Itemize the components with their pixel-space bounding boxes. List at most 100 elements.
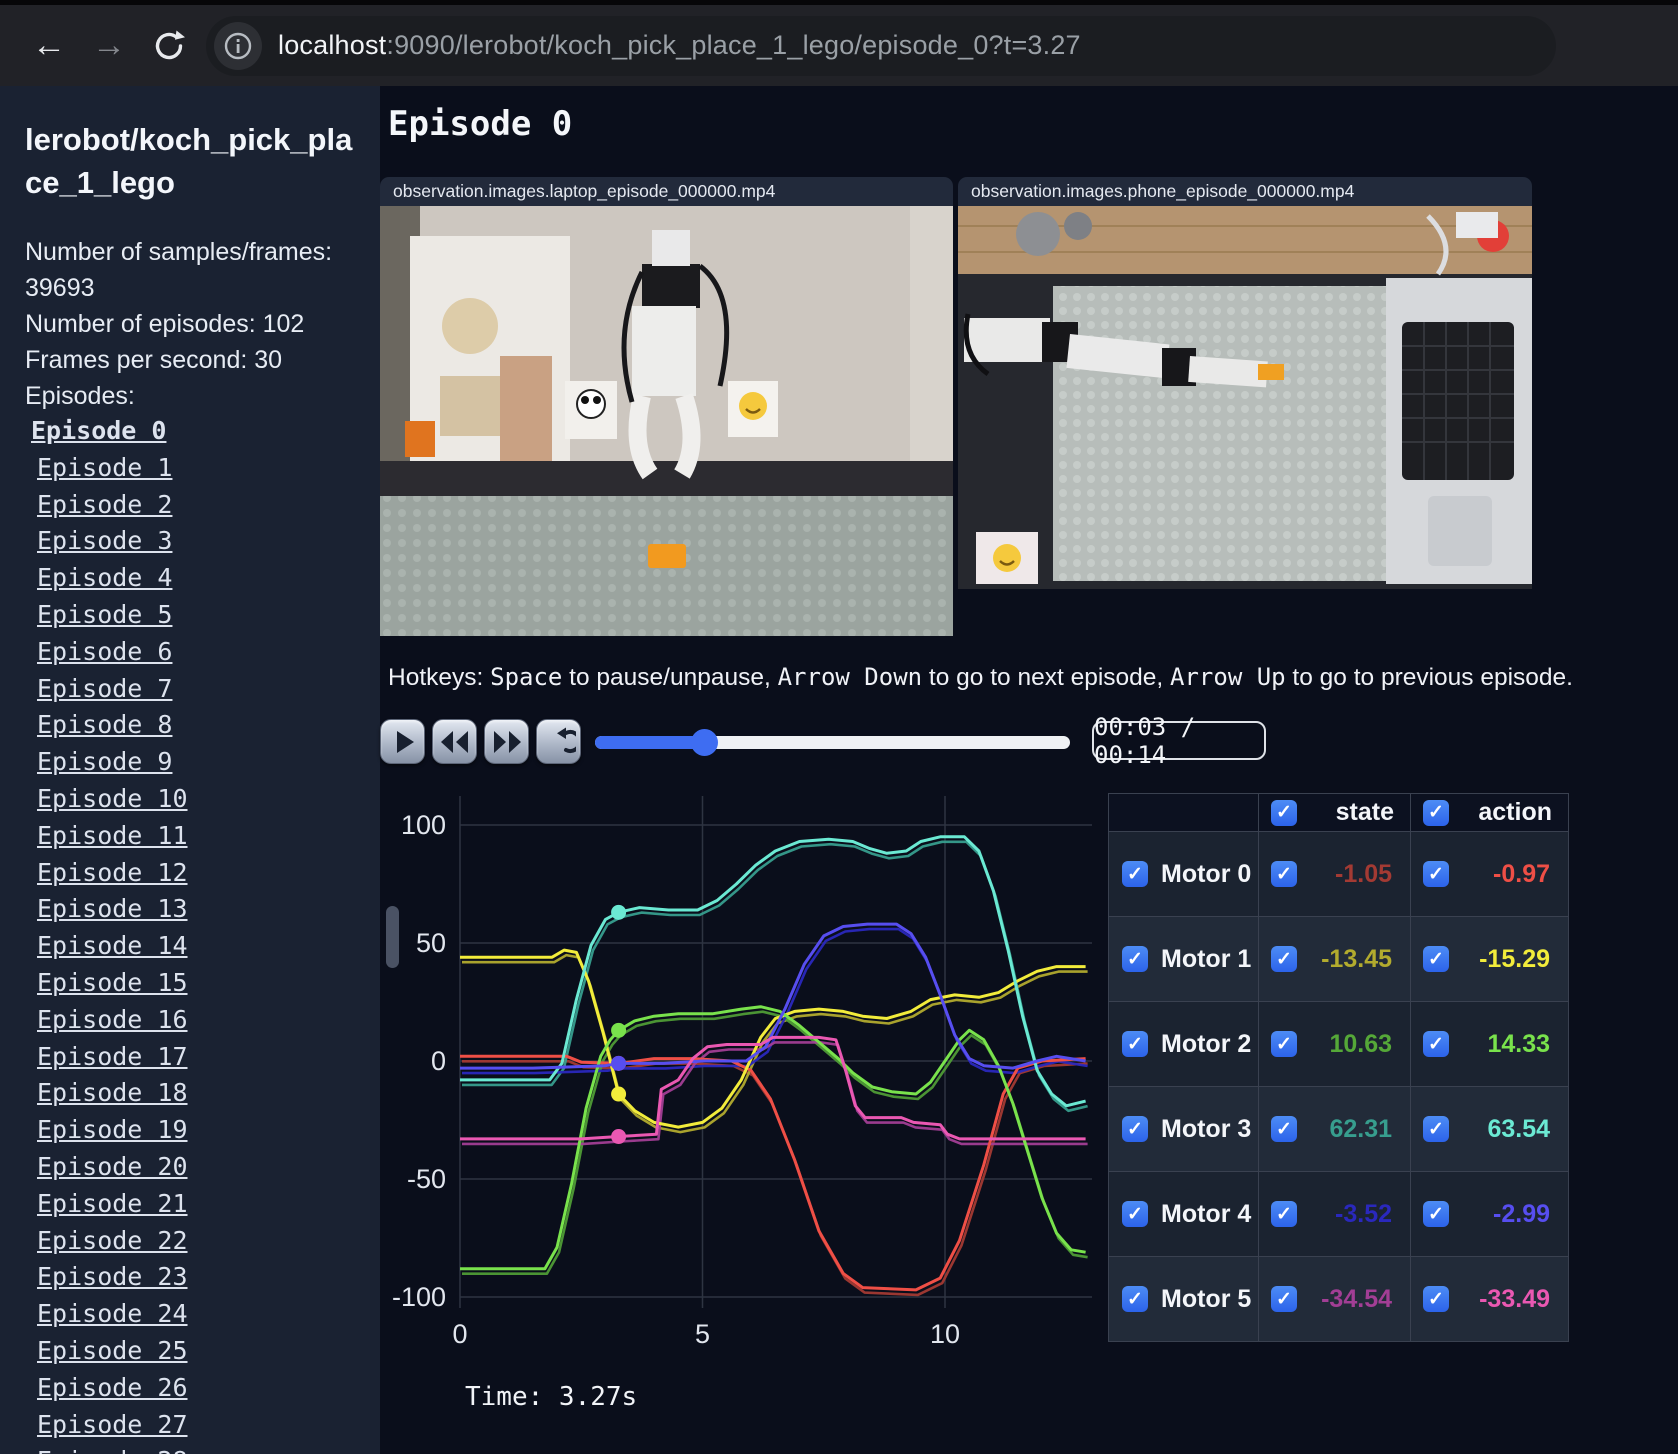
motor-label-cell: ✓ Motor 5 xyxy=(1108,1256,1259,1342)
state-value-cell: ✓ -34.54 xyxy=(1258,1256,1411,1342)
motor-2-state-value: 10.63 xyxy=(1329,1029,1392,1058)
header-empty-cell xyxy=(1108,793,1259,832)
chart-canvas[interactable]: 100500-50-1000 5 10 xyxy=(380,790,1094,1358)
episode-link-8[interactable]: Episode 8 xyxy=(37,710,172,739)
main-content: Episode 0 observation.images.laptop_epis… xyxy=(380,86,1678,1454)
motor-1-checkbox[interactable]: ✓ xyxy=(1122,946,1148,972)
motor-table: ✓ state ✓ action ✓ Motor 0 ✓ -1.05 ✓ -0.97 ✓ Motor … xyxy=(1108,793,1569,1342)
slider-thumb[interactable] xyxy=(691,729,719,756)
motor-1-state-checkbox[interactable]: ✓ xyxy=(1271,946,1297,972)
motor-label: Motor 0 xyxy=(1161,859,1252,888)
episode-link-3[interactable]: Episode 3 xyxy=(37,526,172,555)
play-button[interactable] xyxy=(380,719,425,764)
episode-link-21[interactable]: Episode 21 xyxy=(37,1189,188,1218)
episode-link-24[interactable]: Episode 24 xyxy=(37,1299,188,1328)
dataset-title: lerobot/koch_pick_place_1_lego xyxy=(25,122,353,200)
site-info-button[interactable] xyxy=(214,21,262,70)
episode-link-22[interactable]: Episode 22 xyxy=(37,1226,188,1255)
action-value-cell: ✓ -33.49 xyxy=(1410,1256,1569,1342)
motor-3-state-checkbox[interactable]: ✓ xyxy=(1271,1116,1297,1142)
hotkey-text: to pause/unpause, xyxy=(562,664,778,691)
episode-list-item: Episode 5 xyxy=(25,599,360,636)
header-cell-state: ✓ state xyxy=(1258,793,1411,832)
episode-list-item: Episode 17 xyxy=(25,1041,360,1078)
hotkey-key: Arrow Up xyxy=(1170,663,1286,691)
episode-link-23[interactable]: Episode 23 xyxy=(37,1262,188,1291)
motor-1-action-checkbox[interactable]: ✓ xyxy=(1423,946,1449,972)
episode-list-item: Episode 23 xyxy=(25,1261,360,1298)
episode-link-16[interactable]: Episode 16 xyxy=(37,1005,188,1034)
episode-link-14[interactable]: Episode 14 xyxy=(37,931,188,960)
episode-link-12[interactable]: Episode 12 xyxy=(37,858,188,887)
episode-link-28[interactable]: Episode 28 xyxy=(37,1446,188,1454)
back-icon[interactable]: ← xyxy=(26,23,72,69)
motor-label: Motor 3 xyxy=(1161,1114,1252,1143)
fast-forward-icon xyxy=(493,730,521,753)
episode-list-item: Episode 16 xyxy=(25,1004,360,1041)
episode-link-4[interactable]: Episode 4 xyxy=(37,563,172,592)
motor-5-action-checkbox[interactable]: ✓ xyxy=(1423,1286,1449,1312)
motor-4-checkbox[interactable]: ✓ xyxy=(1122,1201,1148,1227)
motor-0-state-checkbox[interactable]: ✓ xyxy=(1271,861,1297,887)
motor-5-checkbox[interactable]: ✓ xyxy=(1122,1286,1148,1312)
state-column-checkbox[interactable]: ✓ xyxy=(1271,799,1297,826)
table-header-row: ✓ state ✓ action xyxy=(1108,793,1569,832)
table-row: ✓ Motor 0 ✓ -1.05 ✓ -0.97 xyxy=(1108,831,1569,917)
rewind-button[interactable] xyxy=(432,719,477,764)
motor-2-action-checkbox[interactable]: ✓ xyxy=(1423,1031,1449,1057)
motor-2-state-checkbox[interactable]: ✓ xyxy=(1271,1031,1297,1057)
episode-link-20[interactable]: Episode 20 xyxy=(37,1152,188,1181)
loop-button[interactable] xyxy=(536,719,581,764)
episode-list-item: Episode 8 xyxy=(25,709,360,746)
episode-link-25[interactable]: Episode 25 xyxy=(37,1336,188,1365)
episode-link-0[interactable]: Episode 0 xyxy=(31,416,166,445)
motor-2-checkbox[interactable]: ✓ xyxy=(1122,1031,1148,1057)
episode-link-7[interactable]: Episode 7 xyxy=(37,674,172,703)
motor-0-state-value: -1.05 xyxy=(1335,859,1392,888)
svg-text:50: 50 xyxy=(416,928,446,958)
motor-3-action-checkbox[interactable]: ✓ xyxy=(1423,1116,1449,1142)
rewind-icon xyxy=(440,730,468,753)
motor-0-action-checkbox[interactable]: ✓ xyxy=(1423,861,1449,887)
seek-slider[interactable] xyxy=(595,729,1070,756)
fast-forward-button[interactable] xyxy=(484,719,529,764)
chart-line-state-motor-4 xyxy=(462,927,1088,1075)
episode-list-item: Episode 2 xyxy=(25,489,360,526)
episode-link-18[interactable]: Episode 18 xyxy=(37,1078,188,1107)
hotkey-text: Hotkeys: xyxy=(388,664,491,691)
address-bar[interactable]: localhost:9090/lerobot/koch_pick_place_1… xyxy=(206,15,1556,76)
state-value-cell: ✓ 10.63 xyxy=(1258,1001,1411,1087)
svg-text:5: 5 xyxy=(695,1319,710,1349)
time-display: 00:03 / 00:14 xyxy=(1092,713,1266,769)
motor-label: Motor 4 xyxy=(1161,1199,1252,1228)
episode-link-19[interactable]: Episode 19 xyxy=(37,1115,188,1144)
motor-3-checkbox[interactable]: ✓ xyxy=(1122,1116,1148,1142)
episode-list-item: Episode 28 xyxy=(25,1445,360,1454)
action-column-checkbox[interactable]: ✓ xyxy=(1423,799,1449,826)
episode-link-2[interactable]: Episode 2 xyxy=(37,490,172,519)
episode-list-item: Episode 26 xyxy=(25,1372,360,1409)
episode-link-1[interactable]: Episode 1 xyxy=(37,453,172,482)
episode-link-13[interactable]: Episode 13 xyxy=(37,894,188,923)
episode-link-11[interactable]: Episode 11 xyxy=(37,821,188,850)
episode-link-5[interactable]: Episode 5 xyxy=(37,600,172,629)
episode-link-6[interactable]: Episode 6 xyxy=(37,637,172,666)
forward-icon[interactable]: → xyxy=(86,23,132,69)
video-card-laptop: observation.images.laptop_episode_000000… xyxy=(380,177,953,636)
video-title-laptop: observation.images.laptop_episode_000000… xyxy=(380,177,953,206)
motor-label: Motor 2 xyxy=(1161,1029,1252,1058)
motor-5-state-checkbox[interactable]: ✓ xyxy=(1271,1286,1297,1312)
state-value-cell: ✓ -1.05 xyxy=(1258,831,1411,917)
episode-link-10[interactable]: Episode 10 xyxy=(37,784,188,813)
motor-4-state-checkbox[interactable]: ✓ xyxy=(1271,1201,1297,1227)
motor-4-action-checkbox[interactable]: ✓ xyxy=(1423,1201,1449,1227)
episode-link-15[interactable]: Episode 15 xyxy=(37,968,188,997)
reload-icon[interactable] xyxy=(146,23,192,69)
episode-link-9[interactable]: Episode 9 xyxy=(37,747,172,776)
episode-link-26[interactable]: Episode 26 xyxy=(37,1373,188,1402)
episode-link-27[interactable]: Episode 27 xyxy=(37,1410,188,1439)
motor-0-checkbox[interactable]: ✓ xyxy=(1122,861,1148,887)
svg-text:0: 0 xyxy=(452,1319,467,1349)
motor-chart[interactable]: 100 50 0 -50 -100 0 5 10 xyxy=(380,790,1094,1358)
episode-link-17[interactable]: Episode 17 xyxy=(37,1042,188,1071)
